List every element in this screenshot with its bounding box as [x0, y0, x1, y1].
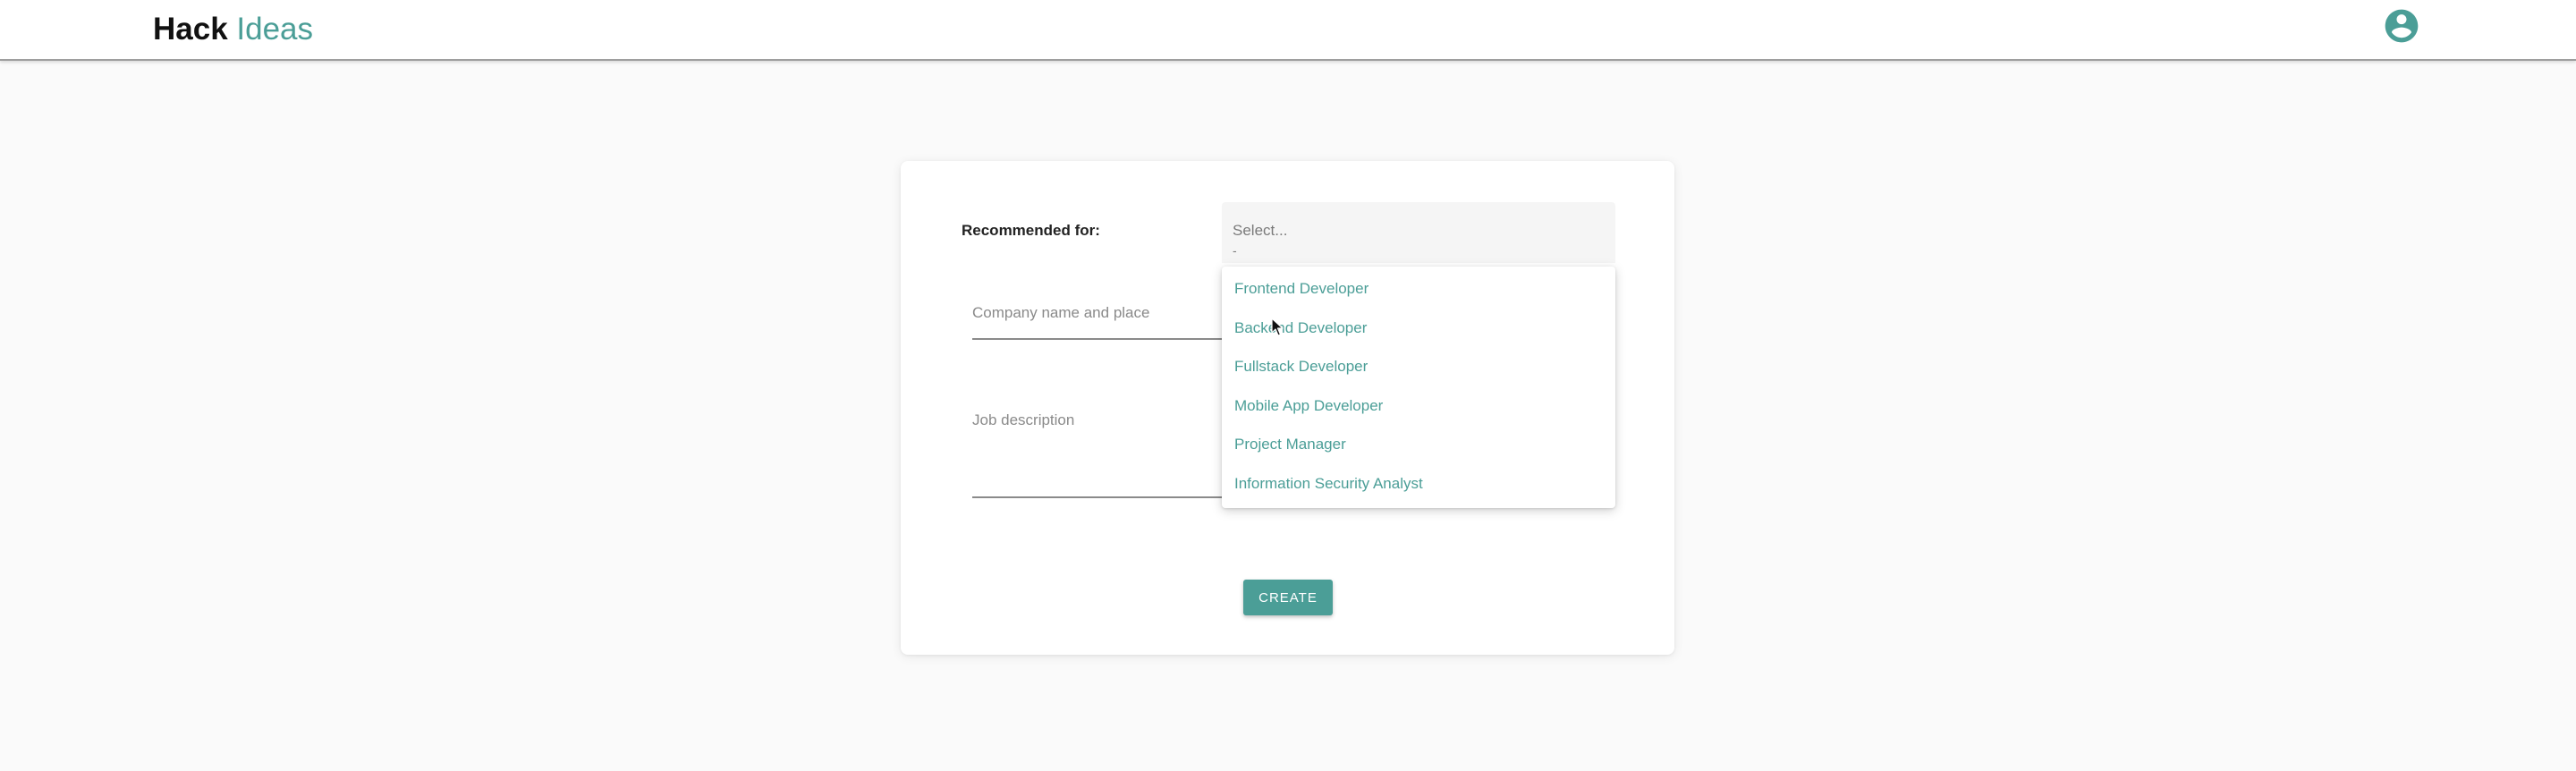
option-mobile-app-developer[interactable]: Mobile App Developer: [1222, 396, 1615, 436]
recommended-for-select[interactable]: Select... -: [1222, 202, 1615, 263]
brand-logo[interactable]: Hack Ideas: [153, 11, 313, 48]
company-field: [972, 304, 1223, 340]
brand-primary: Hack: [153, 12, 228, 47]
select-placeholder: Select...: [1233, 222, 1288, 239]
recommended-for-label: Recommended for:: [962, 222, 1100, 239]
option-fullstack-developer[interactable]: Fullstack Developer: [1222, 357, 1615, 396]
job-description-input[interactable]: [972, 411, 1223, 492]
select-hint: -: [1233, 243, 1237, 258]
job-description-field: [972, 411, 1223, 498]
top-app-bar: Hack Ideas: [0, 0, 2576, 61]
account-circle-icon[interactable]: [2382, 6, 2421, 46]
create-button[interactable]: CREATE: [1243, 580, 1333, 615]
option-information-security-analyst[interactable]: Information Security Analyst: [1222, 474, 1615, 513]
recommended-for-dropdown: Frontend Developer Backend Developer Ful…: [1222, 267, 1615, 508]
option-project-manager[interactable]: Project Manager: [1222, 435, 1615, 474]
company-name-input[interactable]: [972, 304, 1223, 322]
mouse-cursor-icon: [1271, 318, 1284, 336]
brand-secondary: Ideas: [236, 12, 314, 47]
option-frontend-developer[interactable]: Frontend Developer: [1222, 279, 1615, 318]
